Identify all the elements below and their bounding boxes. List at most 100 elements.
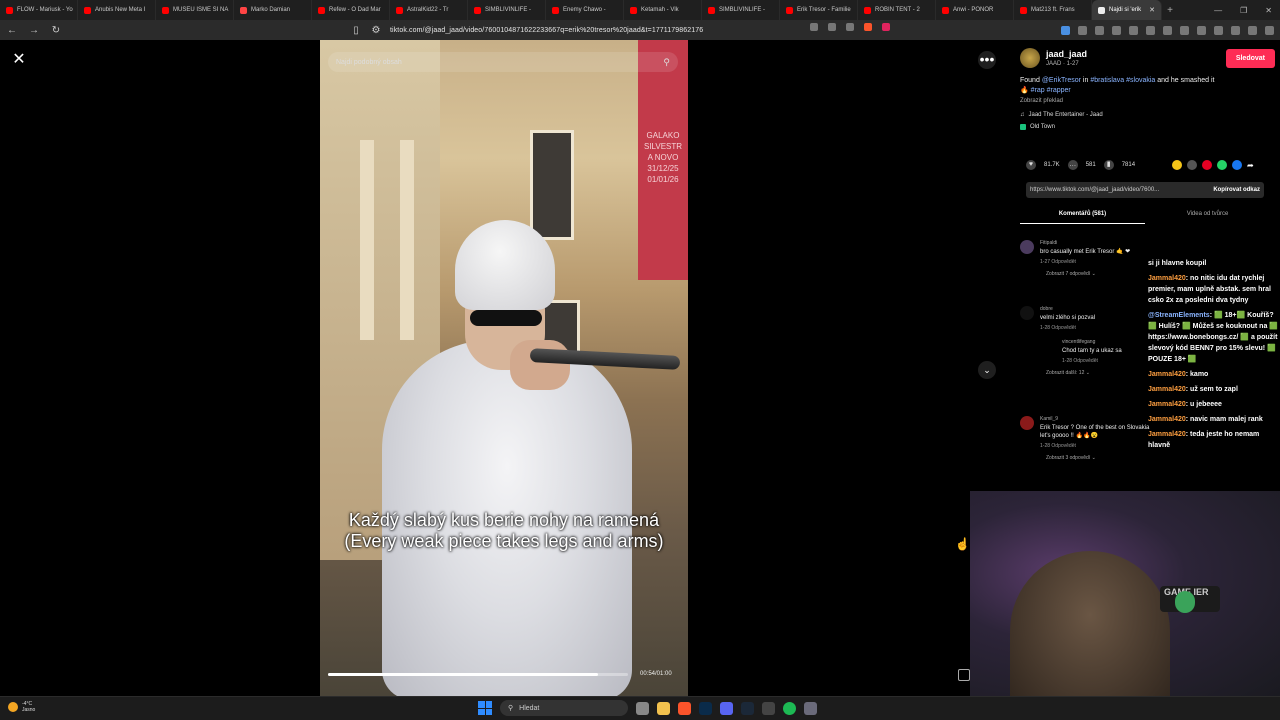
extension-icon[interactable] xyxy=(1095,25,1104,35)
back-button[interactable]: ← xyxy=(6,25,18,36)
facebook-icon[interactable] xyxy=(1232,160,1242,170)
tab-close-icon[interactable]: ✕ xyxy=(1149,6,1155,14)
show-more-replies-button[interactable]: Zobrazit další: 12 ⌄ xyxy=(1046,370,1150,376)
mention-link[interactable]: @ErikTresor xyxy=(1042,77,1081,84)
comment-meta[interactable]: 1-28 Odpovědět xyxy=(1040,325,1150,331)
site-info-icon[interactable]: ⚙ xyxy=(370,25,382,36)
translate-icon[interactable] xyxy=(810,23,818,31)
browser-tab[interactable]: Ketamah - Vlk xyxy=(624,0,702,20)
translate-link[interactable]: Zobrazit překlad xyxy=(1020,96,1275,106)
author-name[interactable]: jaad_jaad xyxy=(1046,49,1087,59)
reload-button[interactable]: ↻ xyxy=(50,25,62,36)
comment-meta[interactable]: 1-28 Odpovědět xyxy=(1040,443,1150,449)
hashtag-link[interactable]: #bratislava xyxy=(1090,77,1124,84)
hashtag-link[interactable]: #slovakia xyxy=(1126,77,1155,84)
task-view-icon[interactable] xyxy=(636,701,649,715)
picture-in-picture-icon[interactable] xyxy=(958,669,970,681)
next-video-button[interactable]: ⌄ xyxy=(978,361,996,379)
hashtag-link[interactable]: #rap xyxy=(1031,87,1045,94)
vpn-icon[interactable] xyxy=(1231,25,1240,35)
discord-icon[interactable] xyxy=(720,701,733,715)
more-options-button[interactable]: ••• xyxy=(978,51,996,69)
windows-start-icon[interactable] xyxy=(478,701,492,715)
bookmark-icon[interactable]: ▯ xyxy=(350,25,362,36)
reply-meta[interactable]: 1-28 Odpovědět xyxy=(1062,358,1150,364)
music-title[interactable]: Jaad The Entertainer - Jaad xyxy=(1029,112,1103,118)
search-icon[interactable]: ⚲ xyxy=(663,57,670,68)
extension-icon[interactable] xyxy=(1146,25,1155,35)
location-name[interactable]: Old Town xyxy=(1030,124,1055,130)
file-explorer-icon[interactable] xyxy=(657,701,670,715)
browser-tab[interactable]: Mat213 ft. Frans xyxy=(1014,0,1092,20)
close-window-button[interactable]: ✕ xyxy=(1265,6,1272,15)
hashtag-link[interactable]: #rapper xyxy=(1047,87,1071,94)
browser-tab[interactable]: Enemy Chawo - xyxy=(546,0,624,20)
comment-author[interactable]: dobre xyxy=(1040,306,1150,312)
forward-button[interactable]: → xyxy=(28,25,40,36)
browser-tab[interactable]: FLOW - Mariusk - Yo xyxy=(0,0,78,20)
close-icon[interactable]: ✕ xyxy=(10,51,28,69)
comment-author[interactable]: Kamil_9 xyxy=(1040,416,1150,422)
browser-tab[interactable]: ROBIN TENT - 2 xyxy=(858,0,936,20)
comment-meta[interactable]: 1-27 Odpovědět xyxy=(1040,259,1150,265)
comment-author[interactable]: Fitipaldi xyxy=(1040,240,1150,246)
browser-tab[interactable]: Anwi - PONOR xyxy=(936,0,1014,20)
browser-tab[interactable]: SIMBLIVINLIFE - xyxy=(702,0,780,20)
browser-tab[interactable]: MUSEU ISME SI NA xyxy=(156,0,234,20)
url-text[interactable]: tiktok.com/@jaad_jaad/video/760010487162… xyxy=(390,27,703,34)
extension-icon[interactable] xyxy=(1061,25,1070,35)
music-icon[interactable] xyxy=(1180,25,1189,35)
comment-icon[interactable]: … xyxy=(1067,160,1078,170)
star-icon[interactable] xyxy=(846,23,854,31)
copy-link-button[interactable]: Kopírovat odkaz xyxy=(1213,187,1260,193)
avatar[interactable] xyxy=(1020,306,1034,320)
follow-button[interactable]: Sledovat xyxy=(1225,48,1275,68)
wallet-icon[interactable] xyxy=(1214,25,1223,35)
embed-icon[interactable] xyxy=(1187,160,1197,170)
video-progress-bar[interactable] xyxy=(328,673,628,676)
browser-tab-active[interactable]: Najdi si 'erik ✕ xyxy=(1092,0,1162,20)
spotify-icon[interactable] xyxy=(783,701,796,715)
reply-author[interactable]: vincentlifegang xyxy=(1062,339,1150,345)
avatar[interactable] xyxy=(1020,416,1034,430)
settings-icon[interactable] xyxy=(804,701,817,715)
weather-widget[interactable]: -4°C Jasno xyxy=(8,701,35,713)
maximize-button[interactable]: ❐ xyxy=(1240,6,1247,15)
show-replies-button[interactable]: Zobrazit 3 odpovědí ⌄ xyxy=(1046,455,1150,461)
show-replies-button[interactable]: Zobrazit 7 odpovědí ⌄ xyxy=(1046,271,1150,277)
brave-shield-icon[interactable] xyxy=(864,23,872,31)
extension-icon[interactable] xyxy=(1078,25,1087,35)
browser-tab[interactable]: Erik Tresor - Familie xyxy=(780,0,858,20)
minimize-button[interactable]: — xyxy=(1214,6,1222,15)
obs-icon[interactable] xyxy=(762,701,775,715)
browser-tab[interactable]: AstralKid22 - Tr xyxy=(390,0,468,20)
music-row[interactable]: ♫ Jaad The Entertainer - Jaad xyxy=(1020,112,1275,118)
video-search-input[interactable]: Najdi podobný obsah ⚲ xyxy=(328,52,678,72)
share-arrow-icon[interactable]: ➦ xyxy=(1247,161,1254,170)
steam-icon[interactable] xyxy=(741,701,754,715)
avatar[interactable] xyxy=(1020,240,1034,254)
brave-browser-icon[interactable] xyxy=(678,701,691,715)
tab-creator-videos[interactable]: Videa od tvůrce xyxy=(1145,208,1270,224)
extension-icon[interactable] xyxy=(1163,25,1172,35)
browser-tab[interactable]: SIMBLIVINLIFE - xyxy=(468,0,546,20)
extension-icon[interactable] xyxy=(1129,25,1138,35)
browser-tab[interactable]: Anubis New Meta I xyxy=(78,0,156,20)
bookmark-icon[interactable]: ▮ xyxy=(1103,160,1114,170)
taskbar-search[interactable]: ⚲ Hledat xyxy=(500,700,628,716)
share-icon[interactable] xyxy=(1172,160,1182,170)
new-tab-button[interactable]: + xyxy=(1162,5,1178,16)
menu-icon[interactable] xyxy=(1265,25,1274,35)
pinterest-icon[interactable] xyxy=(1202,160,1212,170)
zoom-icon[interactable] xyxy=(828,23,836,31)
browser-tab[interactable]: Marko Damian xyxy=(234,0,312,20)
photoshop-icon[interactable] xyxy=(699,701,712,715)
avatar[interactable] xyxy=(1020,48,1040,68)
whatsapp-icon[interactable] xyxy=(1217,160,1227,170)
browser-tab[interactable]: Refew - O Dad Mar xyxy=(312,0,390,20)
rewards-icon[interactable] xyxy=(882,23,890,31)
profile-icon[interactable] xyxy=(1248,25,1257,35)
tab-comments[interactable]: Komentářů (581) xyxy=(1020,208,1145,224)
video-player[interactable]: GALAKO SILVESTR A NOVO 31/12/25 01/01/26 xyxy=(320,40,688,696)
extension-icon[interactable] xyxy=(1112,25,1121,35)
